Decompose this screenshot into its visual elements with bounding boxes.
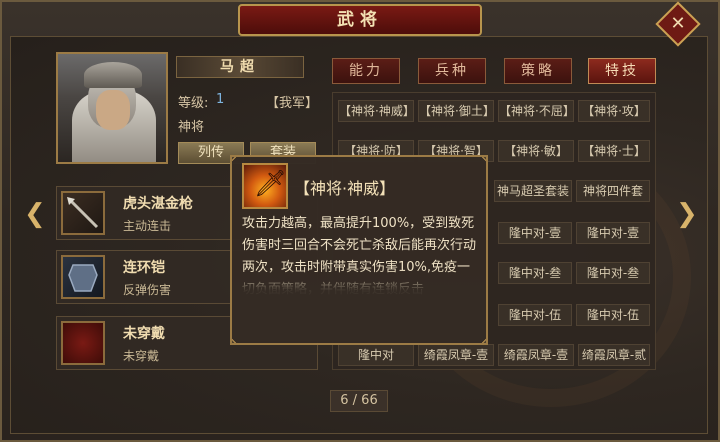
skill-chip[interactable]: 【神将·士】 [578,140,650,162]
skill-chip[interactable]: 【神将·御土】 [418,100,494,122]
equip-effect: 主动连击 [123,219,172,233]
equip-name: 虎头湛金枪 [123,196,193,212]
tooltip-title: 【神将·神威】 [294,179,396,198]
title-banner: 武将 [238,4,482,36]
skill-tooltip: 🗡 【神将·神威】 攻击力越高，最高提升100%，受到致死伤害时三回合不会死亡杀… [230,155,488,345]
tab-ability[interactable]: 能力 [332,58,400,84]
warrior-skill-icon: 🗡 [242,163,288,209]
equip-name: 连环铠 [123,260,165,276]
equip-effect: 反弹伤害 [123,283,172,297]
hero-rank: 神将 [178,120,205,135]
chevron-left-icon: ❮ [24,199,46,229]
faction-label: 【我军】 [266,96,319,111]
tab-troops[interactable]: 兵种 [418,58,486,84]
skill-chip[interactable]: 神马超圣套装 [494,180,572,202]
close-icon: ✕ [670,13,686,34]
skill-chip[interactable]: 【神将·敏】 [498,140,574,162]
tab-special-skill[interactable]: 特技 [588,58,656,84]
level-value: 1 [216,92,225,107]
skill-chip[interactable]: 隆中对-壹 [576,222,650,244]
hero-name: 马超 [176,56,304,78]
empty-slot-icon [61,321,105,365]
next-hero-button[interactable]: ❯ [676,199,698,229]
skill-chip[interactable]: 隆中对-壹 [498,222,572,244]
spear-icon [61,191,105,235]
skill-chip[interactable]: 【神将·不屈】 [498,100,574,122]
chevron-right-icon: ❯ [676,199,698,229]
skill-chip[interactable]: 绮霞凤章-贰 [578,344,650,366]
skill-chip[interactable]: 神将四件套 [576,180,650,202]
armor-icon [61,255,105,299]
level-label: 等级: [178,96,209,111]
skill-chip[interactable]: 隆中对-伍 [498,304,572,326]
equip-name: 未穿戴 [123,326,165,342]
prev-hero-button[interactable]: ❮ [24,199,46,229]
skill-chip[interactable]: 【神将·神威】 [338,100,414,122]
equip-effect: 未穿戴 [123,349,160,363]
skill-chip[interactable]: 绮霞凤章-壹 [498,344,574,366]
skill-chip[interactable]: 隆中对 [338,344,414,366]
tab-strategy[interactable]: 策略 [504,58,572,84]
window-title: 武将 [337,10,383,30]
skill-chip[interactable]: 【神将·攻】 [578,100,650,122]
skill-chip[interactable]: 隆中对-伍 [576,304,650,326]
skill-chip[interactable]: 隆中对-叁 [576,262,650,284]
skill-chip[interactable]: 绮霞凤章-壹 [418,344,494,366]
skill-chip[interactable]: 隆中对-叁 [498,262,572,284]
hero-portrait [56,52,168,164]
page-indicator: 6 / 66 [330,390,388,412]
